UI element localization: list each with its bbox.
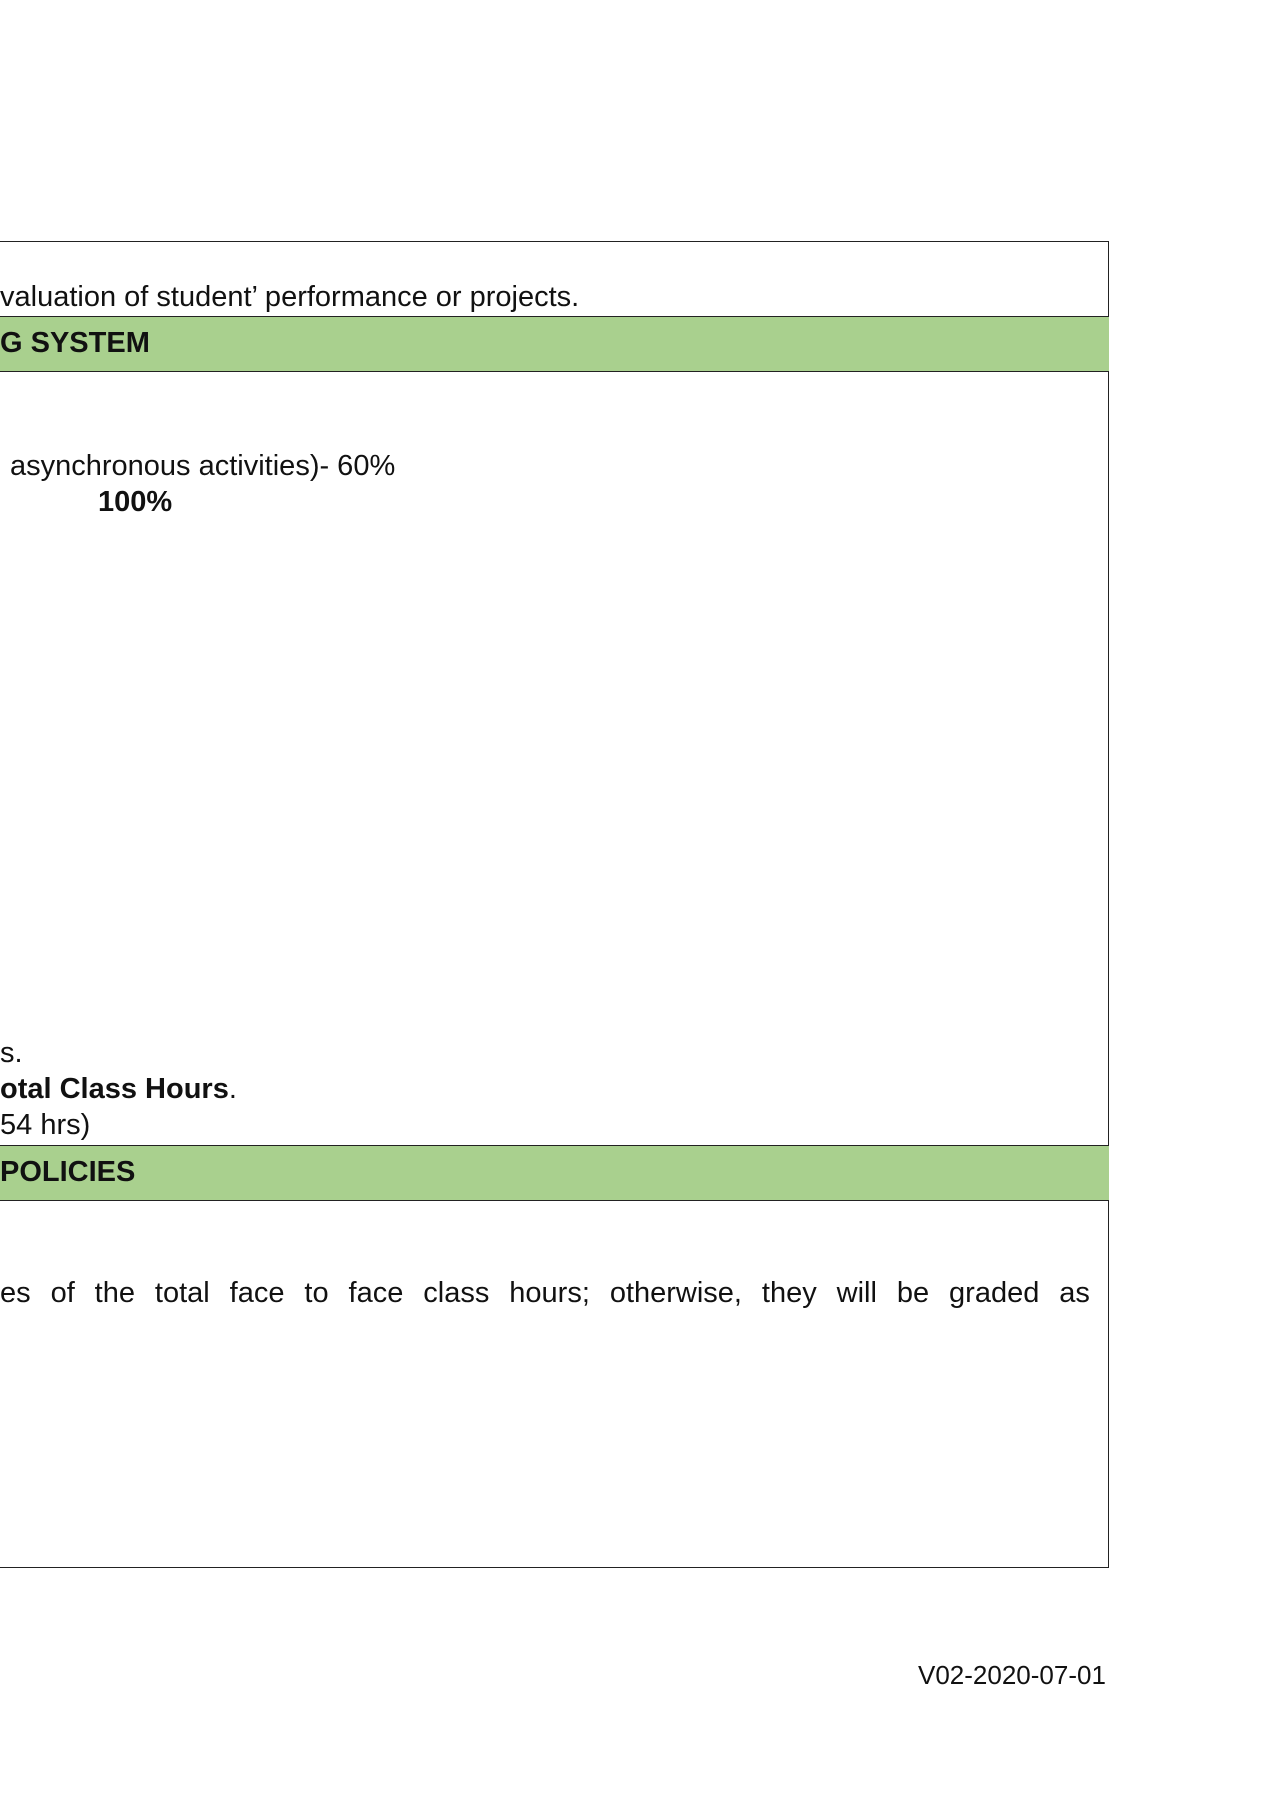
policies-header-label: POLICIES [0,1156,136,1188]
attendance-line-2: otal Class Hours. [0,1072,237,1106]
policy-word: hours; [509,1277,590,1309]
version-footer: V02-2020-07-01 [918,1660,1106,1690]
policy-word: face [229,1277,285,1309]
policy-word: class [423,1277,490,1309]
policy-word: graded [949,1277,1040,1309]
grading-total: 100% [98,486,173,518]
policies-paragraph: es of the total face to face class hours… [0,1276,1090,1310]
policy-word: as [1059,1277,1090,1309]
policy-word: be [896,1277,930,1309]
attendance-line-3: 54 hrs) [0,1109,91,1141]
grading-system-header: G SYSTEM [0,316,1109,372]
grading-async-line: asynchronous activities)- 60% [10,450,396,482]
policy-word: they [761,1277,817,1309]
policy-word: the [94,1277,135,1309]
policy-word: will [836,1277,877,1309]
policies-header: POLICIES [0,1145,1109,1201]
policy-word: total [154,1277,210,1309]
total-class-hours-label: otal Class Hours [0,1073,229,1105]
attendance-line-1: s. [0,1037,23,1069]
policy-word: face [348,1277,404,1309]
attendance-line-2-tail: . [228,1073,237,1105]
syllabus-table-border [0,241,1109,1568]
policy-word: es [0,1277,31,1309]
evaluation-text: valuation of student’ performance or pro… [0,281,580,313]
policy-word: to [304,1277,329,1309]
policy-word: otherwise, [609,1277,742,1309]
grading-system-header-label: G SYSTEM [0,327,150,359]
policy-word: of [50,1277,75,1309]
